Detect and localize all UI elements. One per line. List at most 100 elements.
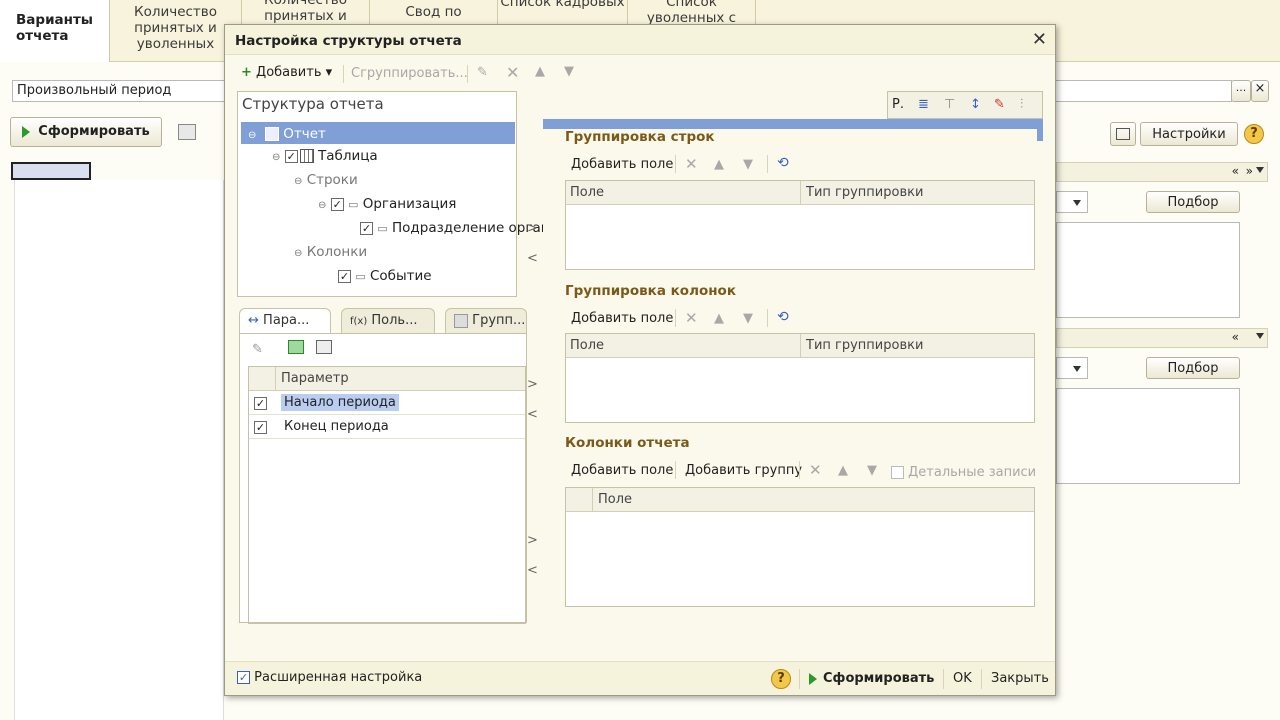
format-icon[interactable]: ✎: [994, 97, 1005, 112]
panel-collapse-icon-2[interactable]: «: [1232, 330, 1239, 344]
move-left-arrow-2[interactable]: <: [527, 407, 538, 422]
row-refresh-icon[interactable]: ⟲: [777, 155, 789, 171]
uncheck-all-icon[interactable]: [316, 340, 332, 354]
move-right-arrow-1[interactable]: >: [527, 221, 538, 236]
param-checkbox-end[interactable]: ✓: [254, 421, 267, 434]
list-icon[interactable]: ≣: [918, 97, 929, 112]
rc-down-icon[interactable]: ▼: [867, 463, 877, 478]
right-panel-header-1: « »: [1056, 162, 1268, 182]
tree-item-organization[interactable]: ⊖ ✓ ▭ Организация: [318, 196, 456, 212]
settings-button[interactable]: Настройки: [1140, 122, 1238, 146]
row-grouping-grid[interactable]: Поле Тип группировки: [565, 180, 1035, 270]
parameters-panel: ✎ Параметр ✓ Начало периода ✓ Конец пери…: [239, 333, 527, 624]
row-add-field-button[interactable]: Добавить поле: [571, 157, 673, 172]
dropdown-arrow-icon: [1073, 200, 1081, 206]
chevron-down-icon[interactable]: [1256, 167, 1264, 173]
right-list-1[interactable]: [1056, 222, 1240, 318]
col-delete-icon[interactable]: ✕: [685, 309, 698, 327]
dialog-title: Настройка структуры отчета: [225, 25, 1055, 55]
col-refresh-icon[interactable]: ⟲: [777, 309, 789, 325]
print-icon[interactable]: [178, 124, 196, 140]
move-left-arrow-3[interactable]: <: [527, 563, 538, 578]
move-down-icon[interactable]: ▼: [564, 64, 574, 79]
tab-parameters[interactable]: ↔ Пара...: [239, 308, 331, 334]
period-field[interactable]: Произвольный период: [12, 80, 244, 102]
rc-up-icon[interactable]: ▲: [838, 463, 848, 478]
checkbox-event[interactable]: ✓: [338, 269, 351, 283]
play-icon-2: [809, 672, 817, 685]
panel-expand-icon[interactable]: »: [1246, 164, 1253, 178]
group-button[interactable]: Сгруппировать...: [351, 66, 468, 81]
param-edit-icon[interactable]: ✎: [252, 342, 263, 357]
layout-icon[interactable]: [1110, 122, 1136, 146]
col-up-icon[interactable]: ▲: [714, 311, 724, 326]
detail-records-checkbox[interactable]: Детальные записи: [891, 465, 1036, 480]
right-list-2[interactable]: [1056, 388, 1240, 484]
tree-item-table[interactable]: ⊖ ✓ Таблица: [272, 148, 378, 164]
add-button[interactable]: + Добавить ▾: [241, 65, 332, 80]
tree-item-report[interactable]: ⊖ Отчет: [248, 126, 326, 142]
move-up-icon[interactable]: ▲: [535, 64, 545, 79]
move-right-arrow-3[interactable]: >: [527, 533, 538, 548]
col-grouping-grid[interactable]: Поле Тип группировки: [565, 333, 1035, 423]
tab-hired-fired-count[interactable]: Количество принятых и уволенных: [110, 0, 242, 62]
right-dropdown-1[interactable]: [1056, 191, 1088, 213]
period-select-button[interactable]: ...: [1231, 80, 1251, 102]
check-all-icon[interactable]: [288, 340, 304, 354]
tab-grouping[interactable]: Групп...: [445, 308, 527, 334]
tab-report-variants[interactable]: Варианты отчета: [0, 0, 110, 62]
right-dropdown-2[interactable]: [1056, 357, 1088, 379]
checkbox-subdivision[interactable]: ✓: [360, 221, 373, 235]
sort-icon[interactable]: ↕: [970, 97, 981, 112]
dialog-generate-button[interactable]: Сформировать: [809, 671, 934, 686]
checkbox-table[interactable]: ✓: [284, 149, 298, 163]
bg-generate-button[interactable]: Сформировать: [10, 117, 162, 147]
panel-collapse-icon[interactable]: «: [1232, 164, 1239, 178]
col-add-field-button[interactable]: Добавить поле: [571, 311, 673, 326]
ok-button[interactable]: OK: [953, 671, 972, 686]
param-checkbox-start[interactable]: ✓: [254, 397, 267, 410]
checkbox-organization[interactable]: ✓: [330, 197, 344, 211]
chevron-down-icon-2[interactable]: [1256, 333, 1264, 339]
structure-settings-dialog: Настройка структуры отчета ✕ + Добавить …: [224, 24, 1056, 696]
close-button[interactable]: Закрыть: [991, 671, 1049, 686]
extended-settings-checkbox[interactable]: ✓ Расширенная настройка: [237, 670, 422, 685]
row-delete-icon[interactable]: ✕: [685, 155, 698, 173]
tree-item-rows[interactable]: ⊖ Строки: [294, 172, 358, 188]
tab-user-fields[interactable]: f(x) Поль...: [341, 308, 435, 334]
fields-icon[interactable]: ⫶: [1020, 97, 1023, 112]
extended-checkbox-box[interactable]: ✓: [237, 671, 250, 684]
delete-icon[interactable]: ✕: [506, 63, 519, 82]
tab-parameters-label: Пара...: [263, 313, 310, 328]
period-clear-button[interactable]: ×: [1251, 80, 1269, 102]
add-label: Добавить: [256, 65, 322, 80]
tree-label-subdivision: Подразделение организ: [392, 220, 566, 236]
rc-add-field-button[interactable]: Добавить поле: [571, 463, 673, 478]
report-output-cell[interactable]: [11, 162, 91, 180]
col-down-icon[interactable]: ▼: [743, 311, 753, 326]
param-grid[interactable]: Параметр ✓ Начало периода ✓ Конец период…: [248, 366, 526, 624]
tree-item-columns[interactable]: ⊖ Колонки: [294, 244, 367, 260]
move-left-arrow-1[interactable]: <: [527, 251, 538, 266]
rc-delete-icon[interactable]: ✕: [809, 461, 822, 479]
rc-add-group-button[interactable]: Добавить группу: [685, 463, 802, 478]
tree-item-event[interactable]: ✓ ▭ Событие: [338, 268, 432, 284]
edit-pencil-icon[interactable]: ✎: [477, 65, 488, 80]
row-up-icon[interactable]: ▲: [714, 157, 724, 172]
help-icon[interactable]: ?: [1244, 124, 1264, 144]
detail-checkbox-box[interactable]: [891, 466, 904, 479]
grouping-icon-2: ▭: [377, 222, 388, 235]
report-columns-grid[interactable]: Поле: [565, 487, 1035, 607]
rc-col-field: Поле: [598, 492, 633, 507]
close-icon[interactable]: ✕: [1032, 29, 1047, 50]
grouping-tab-icon: [454, 313, 468, 328]
pick-button-1[interactable]: Подбор: [1146, 191, 1240, 213]
pick-button-2[interactable]: Подбор: [1146, 357, 1240, 379]
param-row-start[interactable]: ✓ Начало периода: [249, 391, 525, 415]
row-down-icon[interactable]: ▼: [743, 157, 753, 172]
filter-icon[interactable]: ⊤: [944, 97, 955, 112]
param-row-end[interactable]: ✓ Конец периода: [249, 415, 525, 439]
move-right-arrow-2[interactable]: >: [527, 377, 538, 392]
period-field-tail[interactable]: [1052, 80, 1232, 102]
dialog-help-icon[interactable]: ?: [771, 669, 791, 689]
